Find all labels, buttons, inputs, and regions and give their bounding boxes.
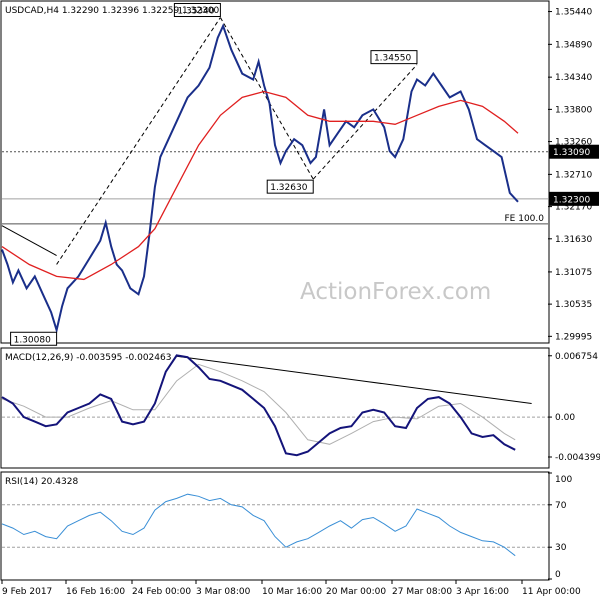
y-tick-label: 70 [555, 501, 567, 511]
price-annotation-label: 1.32630 [270, 183, 307, 193]
fe-line-label: FE 100.0 [505, 214, 545, 224]
price-annotation-label: 1.34550 [374, 54, 411, 64]
x-tick-label: 9 Feb 2017 [2, 587, 52, 597]
macd-panel-frame [0, 347, 550, 469]
y-tick-label: 1.34890 [555, 40, 592, 50]
watermark: ActionForex.com [300, 279, 491, 305]
y-tick-label: 1.30535 [555, 300, 592, 310]
y-tick-label: 1.31075 [555, 268, 592, 278]
y-tick-label: 0.006754 [555, 352, 598, 362]
x-tick-label: 16 Feb 16:00 [66, 587, 125, 597]
rsi-axis: 100 70 30 0 [548, 472, 572, 580]
rsi-panel-frame [0, 471, 550, 581]
y-tick-label: 1.31630 [555, 235, 592, 245]
rsi-label: RSI(14) 20.4328 [5, 477, 78, 487]
y-tick-label: 1.33800 [555, 105, 592, 115]
ohlc-label: USDCAD,H4 1.32290 1.32396 1.32259 1.3230… [5, 6, 220, 16]
time-axis: 9 Feb 2017 16 Feb 16:00 24 Feb 00:00 3 Mar … [1, 580, 581, 597]
macd-label: MACD(12,26,9) -0.003595 -0.002463 [5, 353, 171, 363]
y-tick-label: 0 [555, 570, 561, 580]
y-tick-label: 1.34340 [555, 73, 592, 83]
x-tick-label: 11 Apr 00:00 [522, 587, 581, 597]
level-price-box-label: 1.33090 [553, 148, 590, 158]
x-tick-label: 3 Apr 16:00 [456, 587, 509, 597]
price-axis: 1.354401.348901.343401.338001.332601.327… [548, 8, 592, 342]
y-tick-label: 30 [555, 543, 567, 553]
current-price-box-label: 1.32300 [553, 195, 590, 205]
x-tick-label: 10 Mar 16:00 [262, 587, 322, 597]
macd-axis: 0.006754 0.00 -0.004399 [548, 352, 600, 463]
price-annotation-label: 1.30080 [14, 335, 51, 345]
x-tick-label: 20 Mar 00:00 [326, 587, 386, 597]
y-tick-label: 1.35440 [555, 8, 592, 18]
rsi-panel: 100 70 30 0 RSI(14) 20.4328 [0, 471, 572, 581]
y-tick-label: 1.29995 [555, 332, 592, 342]
y-tick-label: 1.32710 [555, 170, 592, 180]
usdcad-h4-chart[interactable]: 1.354401.348901.343401.338001.332601.327… [0, 0, 600, 600]
x-tick-label: 3 Mar 08:00 [196, 587, 251, 597]
macd-panel: 0.006754 0.00 -0.004399 MACD(12,26,9) -0.0… [0, 347, 600, 469]
y-tick-label: 100 [555, 475, 572, 485]
x-tick-label: 24 Feb 00:00 [132, 587, 191, 597]
price-panel: 1.354401.348901.343401.338001.332601.327… [0, 0, 599, 346]
y-tick-label: -0.004399 [555, 453, 600, 463]
y-tick-label: 0.00 [555, 413, 575, 423]
x-tick-label: 27 Mar 08:00 [392, 587, 452, 597]
